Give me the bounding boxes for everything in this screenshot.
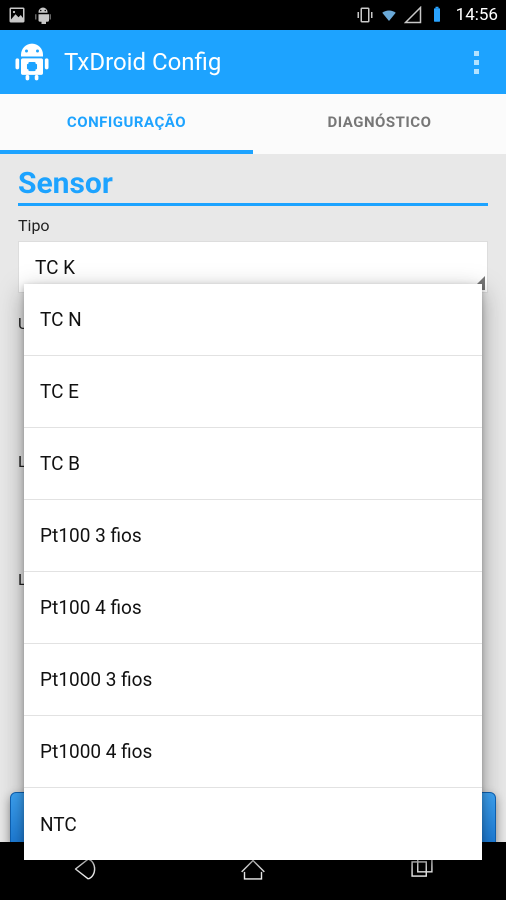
picture-icon <box>8 6 26 24</box>
status-clock: 14:56 <box>456 5 498 25</box>
tab-label: CONFIGURAÇÃO <box>67 113 186 131</box>
dropdown-option[interactable]: Pt1000 3 fios <box>24 644 482 716</box>
option-label: Pt100 3 fios <box>40 524 142 547</box>
option-label: Pt100 4 fios <box>40 596 142 619</box>
tab-bar: CONFIGURAÇÃO DIAGNÓSTICO <box>0 94 506 154</box>
battery-icon <box>428 6 446 24</box>
tab-configuracao[interactable]: CONFIGURAÇÃO <box>0 94 253 154</box>
option-label: TC B <box>40 452 80 475</box>
action-bar: TxDroid Config <box>0 30 506 94</box>
content-area: Sensor Tipo TC K U L L TC N TC E TC B Pt… <box>0 154 506 842</box>
sensor-type-dropdown: TC N TC E TC B Pt100 3 fios Pt100 4 fios… <box>24 284 482 860</box>
overflow-icon <box>474 51 479 74</box>
section-title: Sensor <box>18 166 488 206</box>
option-label: Pt1000 3 fios <box>40 668 152 691</box>
signal-icon <box>404 6 422 24</box>
dropdown-option[interactable]: TC N <box>24 284 482 356</box>
tab-diagnostico[interactable]: DIAGNÓSTICO <box>253 94 506 154</box>
spinner-selected-value: TC K <box>35 256 75 279</box>
status-bar: 14:56 <box>0 0 506 30</box>
dropdown-option[interactable]: NTC <box>24 788 482 860</box>
dropdown-option[interactable]: TC B <box>24 428 482 500</box>
option-label: NTC <box>40 813 77 836</box>
option-label: TC E <box>40 380 79 403</box>
field-label-tipo: Tipo <box>18 216 488 235</box>
dropdown-option[interactable]: Pt100 4 fios <box>24 572 482 644</box>
vibrate-icon <box>356 6 374 24</box>
tab-label: DIAGNÓSTICO <box>328 113 432 131</box>
app-title: TxDroid Config <box>64 48 456 76</box>
option-label: Pt1000 4 fios <box>40 740 152 763</box>
dropdown-option[interactable]: Pt1000 4 fios <box>24 716 482 788</box>
android-icon <box>34 6 52 24</box>
option-label: TC N <box>40 308 82 331</box>
dropdown-option[interactable]: TC E <box>24 356 482 428</box>
dropdown-option[interactable]: Pt100 3 fios <box>24 500 482 572</box>
app-icon <box>10 40 54 84</box>
overflow-menu-button[interactable] <box>456 40 496 84</box>
wifi-icon <box>380 6 398 24</box>
